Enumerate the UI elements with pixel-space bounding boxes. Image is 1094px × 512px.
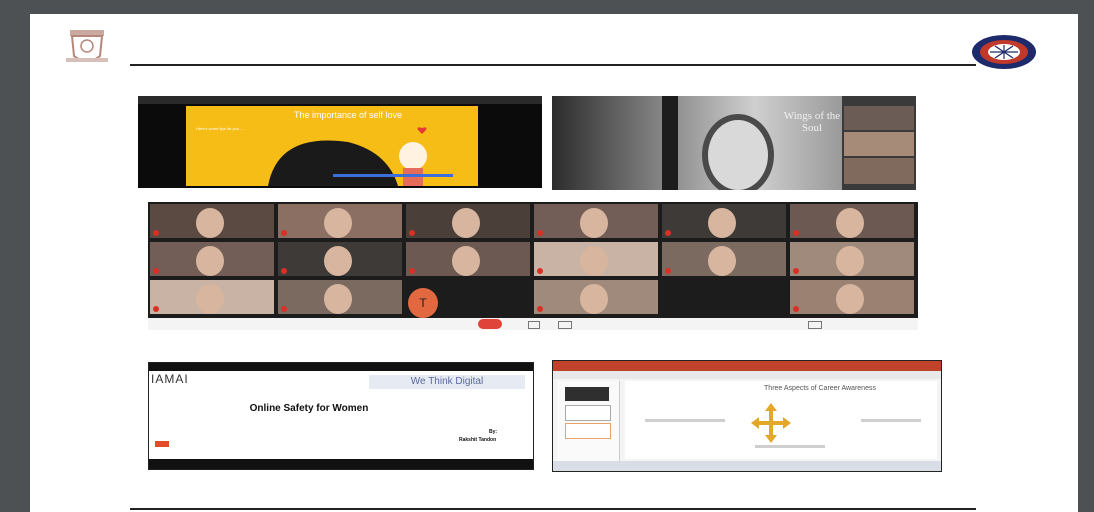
muted-mic-icon bbox=[665, 230, 671, 236]
participant-face bbox=[196, 284, 224, 314]
zoom-gallery-screenshot: T bbox=[148, 202, 918, 330]
participant-tile bbox=[534, 204, 658, 238]
iamai-logo: IAMAI bbox=[151, 372, 189, 386]
muted-mic-icon bbox=[153, 306, 159, 312]
muted-mic-icon bbox=[537, 268, 543, 274]
muted-mic-icon bbox=[153, 230, 159, 236]
muted-mic-icon bbox=[409, 268, 415, 274]
participant-face bbox=[324, 284, 352, 314]
self-love-illustration bbox=[268, 127, 453, 186]
muted-mic-icon bbox=[281, 306, 287, 312]
four-way-arrow-icon bbox=[751, 403, 791, 443]
participant-tile bbox=[150, 204, 274, 238]
participant-tile bbox=[534, 242, 658, 276]
participant-face bbox=[580, 208, 608, 238]
document-page: The importance of self love Here's some … bbox=[30, 14, 1078, 512]
muted-mic-icon bbox=[537, 306, 543, 312]
book-title: Wings of the Soul bbox=[783, 110, 841, 134]
participant-face bbox=[836, 246, 864, 276]
college-emblem-icon bbox=[66, 30, 108, 62]
participant-face bbox=[324, 246, 352, 276]
muted-mic-icon bbox=[537, 230, 543, 236]
viewer-frame: The importance of self love Here's some … bbox=[0, 0, 1094, 512]
meeting-toolbar bbox=[148, 318, 918, 330]
participants-button[interactable] bbox=[808, 321, 822, 329]
camera-button[interactable] bbox=[558, 321, 572, 329]
banner: We Think Digital bbox=[369, 375, 525, 389]
career-awareness-slide-screenshot: Three Aspects of Career Awareness bbox=[552, 360, 942, 472]
participant-face bbox=[452, 246, 480, 276]
muted-mic-icon bbox=[281, 268, 287, 274]
participant-tile bbox=[150, 280, 274, 314]
participant-tile bbox=[662, 242, 786, 276]
by-label: By: bbox=[489, 429, 498, 435]
participant-face bbox=[580, 246, 608, 276]
mic-button[interactable] bbox=[528, 321, 540, 329]
participant-tile bbox=[790, 204, 914, 238]
participant-tile bbox=[790, 242, 914, 276]
participant-face bbox=[580, 284, 608, 314]
participant-face bbox=[708, 246, 736, 276]
participant-tile bbox=[278, 204, 402, 238]
slide-title: The importance of self love bbox=[293, 110, 403, 120]
muted-mic-icon bbox=[793, 306, 799, 312]
participant-tile bbox=[406, 242, 530, 276]
participant-tile bbox=[790, 280, 914, 314]
participant-face bbox=[836, 284, 864, 314]
leave-call-button[interactable] bbox=[478, 319, 502, 329]
header-rule bbox=[130, 64, 976, 66]
participant-tile bbox=[406, 204, 530, 238]
participant-tile bbox=[662, 204, 786, 238]
participant-tile bbox=[278, 280, 402, 314]
muted-mic-icon bbox=[793, 230, 799, 236]
online-safety-slide-screenshot: IAMAI We Think Digital Online Safety for… bbox=[148, 362, 534, 470]
participant-face bbox=[452, 208, 480, 238]
participant-face bbox=[708, 208, 736, 238]
speaker-video-screenshot: Wings of the Soul bbox=[552, 96, 916, 190]
participant-tile bbox=[534, 280, 658, 314]
career-slide-title: Three Aspects of Career Awareness bbox=[764, 385, 876, 392]
university-seal-icon bbox=[972, 35, 1036, 69]
participant-tile bbox=[278, 242, 402, 276]
participant-face bbox=[836, 208, 864, 238]
muted-mic-icon bbox=[281, 230, 287, 236]
avatar: T bbox=[408, 288, 438, 318]
participant-face bbox=[324, 208, 352, 238]
self-love-slide-screenshot: The importance of self love Here's some … bbox=[138, 96, 542, 188]
talk-title: Online Safety for Women bbox=[249, 403, 369, 414]
muted-mic-icon bbox=[153, 268, 159, 274]
presenter-name: Rakshit Tandon bbox=[459, 437, 497, 443]
participant-face bbox=[196, 246, 224, 276]
muted-mic-icon bbox=[409, 230, 415, 236]
muted-mic-icon bbox=[793, 268, 799, 274]
muted-mic-icon bbox=[665, 268, 671, 274]
participant-tile bbox=[150, 242, 274, 276]
footer-rule bbox=[130, 508, 976, 510]
participant-face bbox=[196, 208, 224, 238]
